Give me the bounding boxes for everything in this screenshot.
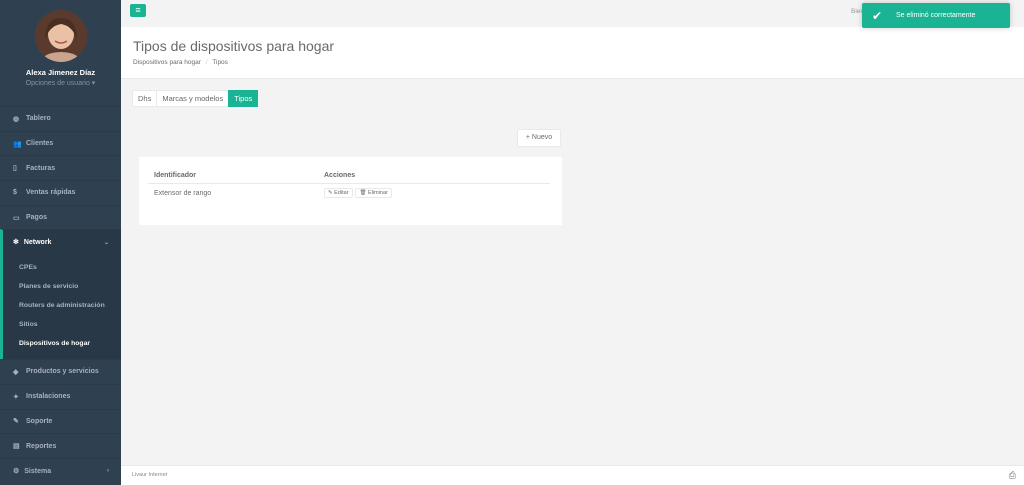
sidebar-subitem-routers[interactable]: Routers de administración	[3, 296, 121, 315]
sidebar-subitem-cpes[interactable]: CPEs	[3, 258, 121, 277]
tag-icon: ◆	[13, 368, 19, 376]
tabs: Dhs Marcas y modelos Tipos	[132, 90, 259, 107]
new-button[interactable]: + Nuevo	[517, 129, 561, 147]
dollar-icon: $	[13, 189, 17, 197]
edit-button[interactable]: ✎ Editar	[324, 188, 353, 198]
sidebar-item-productos[interactable]: ◆ Productos y servicios	[0, 359, 121, 384]
sidebar: Alexa Jimenez Díaz Opciones de usuario ▾…	[0, 0, 121, 485]
sidebar-item-label: Sistema	[24, 467, 52, 475]
sidebar-item-label: Instalaciones	[26, 393, 71, 401]
sidebar-item-label: Network	[23, 239, 52, 247]
cell-identifier: Extensor de rango	[154, 189, 212, 197]
types-table-card: Identificador Acciones Extensor de rango…	[139, 157, 562, 225]
page-title: Tipos de dispositivos para hogar	[133, 38, 335, 54]
dashboard-icon: ◍	[13, 115, 20, 123]
wrench-icon: ✎	[13, 418, 19, 426]
money-icon: ▭	[13, 214, 20, 222]
sidebar-subitem-planes[interactable]: Planes de servicio	[3, 277, 121, 296]
sidebar-item-label: Reportes	[26, 442, 57, 450]
sidebar-item-label: Productos y servicios	[26, 368, 99, 376]
breadcrumb-parent-link[interactable]: Dispositivos para hogar	[133, 59, 201, 66]
network-submenu: CPEs Planes de servicio Routers de admin…	[0, 254, 121, 360]
sidebar-item-tablero[interactable]: ◍ Tablero	[0, 106, 121, 131]
sidebar-item-clientes[interactable]: 👥 Clientes	[0, 130, 121, 156]
network-icon: ✻	[13, 239, 19, 247]
check-icon: ✔	[872, 8, 883, 23]
breadcrumb-separator: /	[205, 59, 208, 66]
breadcrumb: Dispositivos para hogar / Tipos	[133, 59, 228, 66]
sidebar-item-label: Ventas rápidas	[26, 189, 76, 197]
chevron-left-icon: ‹	[107, 467, 109, 474]
sidebar-item-ventas-rapidas[interactable]: $ Ventas rápidas	[0, 180, 121, 205]
column-header-identificador: Identificador	[154, 171, 197, 179]
user-profile: Alexa Jimenez Díaz Opciones de usuario ▾	[0, 0, 121, 106]
success-toast[interactable]: ✔ Se eliminó correctamente	[862, 3, 1010, 28]
sidebar-item-label: Pagos	[26, 214, 48, 222]
table-row: Extensor de rango ✎ Editar 🗑 Eliminar	[148, 186, 550, 200]
column-header-acciones: Acciones	[324, 171, 356, 179]
toast-message: Se eliminó correctamente	[896, 12, 976, 19]
table-header-row: Identificador Acciones	[148, 167, 550, 184]
sidebar-item-sistema[interactable]: ⚙ Sistema ‹	[0, 457, 121, 483]
tab-tipos[interactable]: Tipos	[228, 90, 259, 107]
sidebar-item-label: Tablero	[26, 115, 51, 123]
menu-toggle-button[interactable]: ≡	[130, 4, 146, 17]
footer: Livaur Internet ⎙	[121, 465, 1024, 485]
sidebar-item-label: Soporte	[26, 417, 53, 425]
page-heading: Tipos de dispositivos para hogar Disposi…	[121, 27, 1024, 79]
user-options-dropdown[interactable]: Opciones de usuario ▾	[0, 79, 121, 87]
file-icon: ▯	[13, 165, 17, 173]
cell-actions: ✎ Editar 🗑 Eliminar	[324, 188, 550, 198]
printer-icon[interactable]: ⎙	[1009, 470, 1016, 481]
sidebar-item-pagos[interactable]: ▭ Pagos	[0, 204, 121, 230]
delete-button[interactable]: 🗑 Eliminar	[355, 188, 392, 198]
sidebar-item-instalaciones[interactable]: ✦ Instalaciones	[0, 383, 121, 409]
cogs-icon: ⚙	[13, 467, 20, 475]
sidebar-item-network[interactable]: ✻ Network ⌄	[0, 229, 121, 255]
breadcrumb-current: Tipos	[212, 59, 228, 66]
sidebar-subitem-sitios[interactable]: Sitios	[3, 315, 121, 334]
sidebar-item-soporte[interactable]: ✎ Soporte	[0, 408, 121, 434]
install-icon: ✦	[13, 393, 19, 401]
footer-text: Livaur Internet	[132, 472, 168, 478]
sidebar-item-label: Clientes	[26, 140, 54, 148]
users-icon: 👥	[13, 140, 22, 148]
sidebar-item-facturas[interactable]: ▯ Facturas	[0, 155, 121, 180]
sidebar-item-label: Facturas	[26, 164, 56, 172]
avatar[interactable]	[34, 10, 87, 62]
tab-dhs[interactable]: Dhs	[132, 90, 158, 107]
sidebar-subitem-dispositivos[interactable]: Dispositivos de hogar	[3, 334, 121, 353]
sidebar-item-reportes[interactable]: ▤ Reportes	[0, 433, 121, 458]
chevron-down-icon: ⌄	[103, 239, 109, 246]
tab-marcas-modelos[interactable]: Marcas y modelos	[156, 90, 230, 107]
user-name: Alexa Jimenez Díaz	[25, 68, 96, 77]
reports-icon: ▤	[13, 443, 20, 451]
